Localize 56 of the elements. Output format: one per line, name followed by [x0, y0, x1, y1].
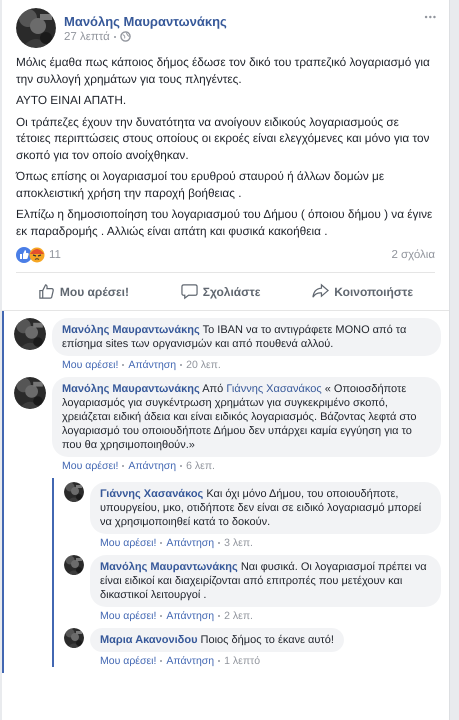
like-reaction-icon — [16, 247, 32, 263]
comment-time: 1 λεπτό — [224, 655, 260, 667]
author-link[interactable]: Γιάννης Χασανάκος — [100, 488, 204, 500]
like-link[interactable]: Μου αρέσει! — [100, 537, 156, 549]
author-link[interactable]: Μανόλης Μαυραντωνάκης — [100, 561, 238, 573]
comment-time: 6 λεπ. — [186, 460, 215, 472]
reply-link[interactable]: Απάντηση — [166, 655, 214, 667]
comment-text: Μανόλης Μαυραντωνάκης Ναι φυσικά. Οι λογαριασμοί πρέπει να είναι ειδικοί και διαχειρίζονται από επιτροπές που μετέχουν και δικαστικοί λειτουργοί . — [100, 560, 428, 602]
separator-dot — [160, 615, 162, 617]
separator-dot — [160, 542, 162, 544]
globe-icon — [120, 31, 131, 42]
author-name[interactable]: Μανόλης Μαυραντωνάκης — [64, 14, 417, 28]
separator-dot — [122, 465, 124, 467]
separator-dot — [160, 660, 162, 662]
reaction-count[interactable]: 11 — [49, 249, 61, 261]
comment-button[interactable]: Σχολιάστε — [166, 277, 274, 306]
like-link[interactable]: Μου αρέσει! — [100, 655, 156, 667]
separator-dot — [218, 615, 220, 617]
comment-text: Μανόλης Μαυραντωνάκης Από Γιάννης Χασανάκος « Οποιοσδήποτε λογαριασμός για συγκέντρωση χρημάτων για συγκεκριμένο σκοπό, χρειάζεται ειδική άδεια και είναι ειδικός λογαριασμός. Βάζοντας λεφτά στο λογαριασμό του οποιουδήποτε Δήμου δεν υπάρχει καμία εγγύηση για το που θα χρησιμοποιηθούν.» — [62, 382, 418, 452]
comment-count[interactable]: 2 σχόλια — [391, 249, 435, 261]
more-button[interactable]: ••• — [424, 8, 437, 26]
like-link[interactable]: Μου αρέσει! — [100, 610, 156, 622]
reply-link[interactable]: Απάντηση — [128, 460, 176, 472]
angry-face-icon — [29, 247, 45, 263]
separator-dot — [122, 364, 124, 366]
separator-dot — [180, 364, 182, 366]
comment-time: 2 λεπ. — [224, 610, 253, 622]
share-arrow-icon — [312, 283, 330, 300]
separator-dot — [114, 36, 116, 38]
author-link[interactable]: Μαρια Ακανονιδου — [100, 634, 198, 646]
share-button[interactable]: Κοινοποιήστε — [298, 277, 428, 306]
post-paragraph: Μόλις έμαθα πως κάποιος δήμος έδωσε τον δικό του τραπεζικό λογαριασμό για την συλλογή χρημάτων για τους πληγέντες. — [16, 54, 431, 87]
comment-text: Γιάννης Χασανάκος Και όχι μόνο Δήμου, του οποιουδήποτε, υπουργείου, μκο, οτιδήποτε δεν είναι σε ειδικό λογαριασμό μπορεί να χρησιμοποιηθεί κατά το δοκούν. — [100, 487, 422, 529]
like-link[interactable]: Μου αρέσει! — [62, 460, 118, 472]
post-paragraph: ΑΥΤΟ ΕΙΝΑΙ ΑΠΑΤΗ. — [16, 92, 128, 108]
reply-link[interactable]: Απάντηση — [166, 537, 214, 549]
post-time[interactable]: 27 λεπτά — [64, 30, 110, 42]
author-link[interactable]: Μανόλης Μαυραντωνάκης — [62, 324, 200, 336]
separator-dot — [218, 660, 220, 662]
like-button[interactable]: Μου αρέσει! — [24, 277, 143, 306]
comment-time: 3 λεπ. — [224, 537, 253, 549]
mention-link[interactable]: Γιάννης Χασανάκος — [226, 383, 322, 395]
post-paragraph: Όπως επίσης οι λογαριασμοί του ερυθρού σταυρού ή άλλων δομών με αποκλειστική χρήση την παροχή βοήθειας . — [16, 168, 386, 201]
reply-link[interactable]: Απάντηση — [128, 359, 176, 371]
reply-link[interactable]: Απάντηση — [166, 610, 214, 622]
like-link[interactable]: Μου αρέσει! — [62, 359, 118, 371]
separator-dot — [218, 542, 220, 544]
post-paragraph: Ελπίζω η δημοσιοποίηση του λογαριασμού του Δήμου ( όποιου δήμου ) να έγινε εκ παραδρομής . Αλλιώς είναι απάτη και φυσικά κακοήθεια . — [16, 206, 434, 239]
speech-bubble-icon — [180, 283, 198, 300]
comment-text: Μανόλης Μαυραντωνάκης Το IBAN να το αντιγράφετε ΜΟΝΟ από τα επίσημα sites των οργανισμών και από πουθενά αλλού. — [62, 323, 408, 351]
thumbs-up-icon — [38, 283, 55, 300]
author-link[interactable]: Μανόλης Μαυραντωνάκης — [62, 383, 200, 395]
separator-dot — [180, 465, 182, 467]
comment-text: Μαρια Ακανονιδου Ποιος δήμος το έκανε αυτό! — [100, 633, 334, 647]
post-paragraph: Οι τράπεζες έχουν την δυνατότητα να ανοίγουν ειδικούς λογαριασμούς σε τέτοιες περιπτώσεις στους οποίους οι εκροές είναι ελεγχόμενες και μόνο για τον σκοπό για τον οποίο ανοίχθηκαν. — [16, 114, 430, 163]
comment-time: 20 λεπ. — [186, 359, 221, 371]
